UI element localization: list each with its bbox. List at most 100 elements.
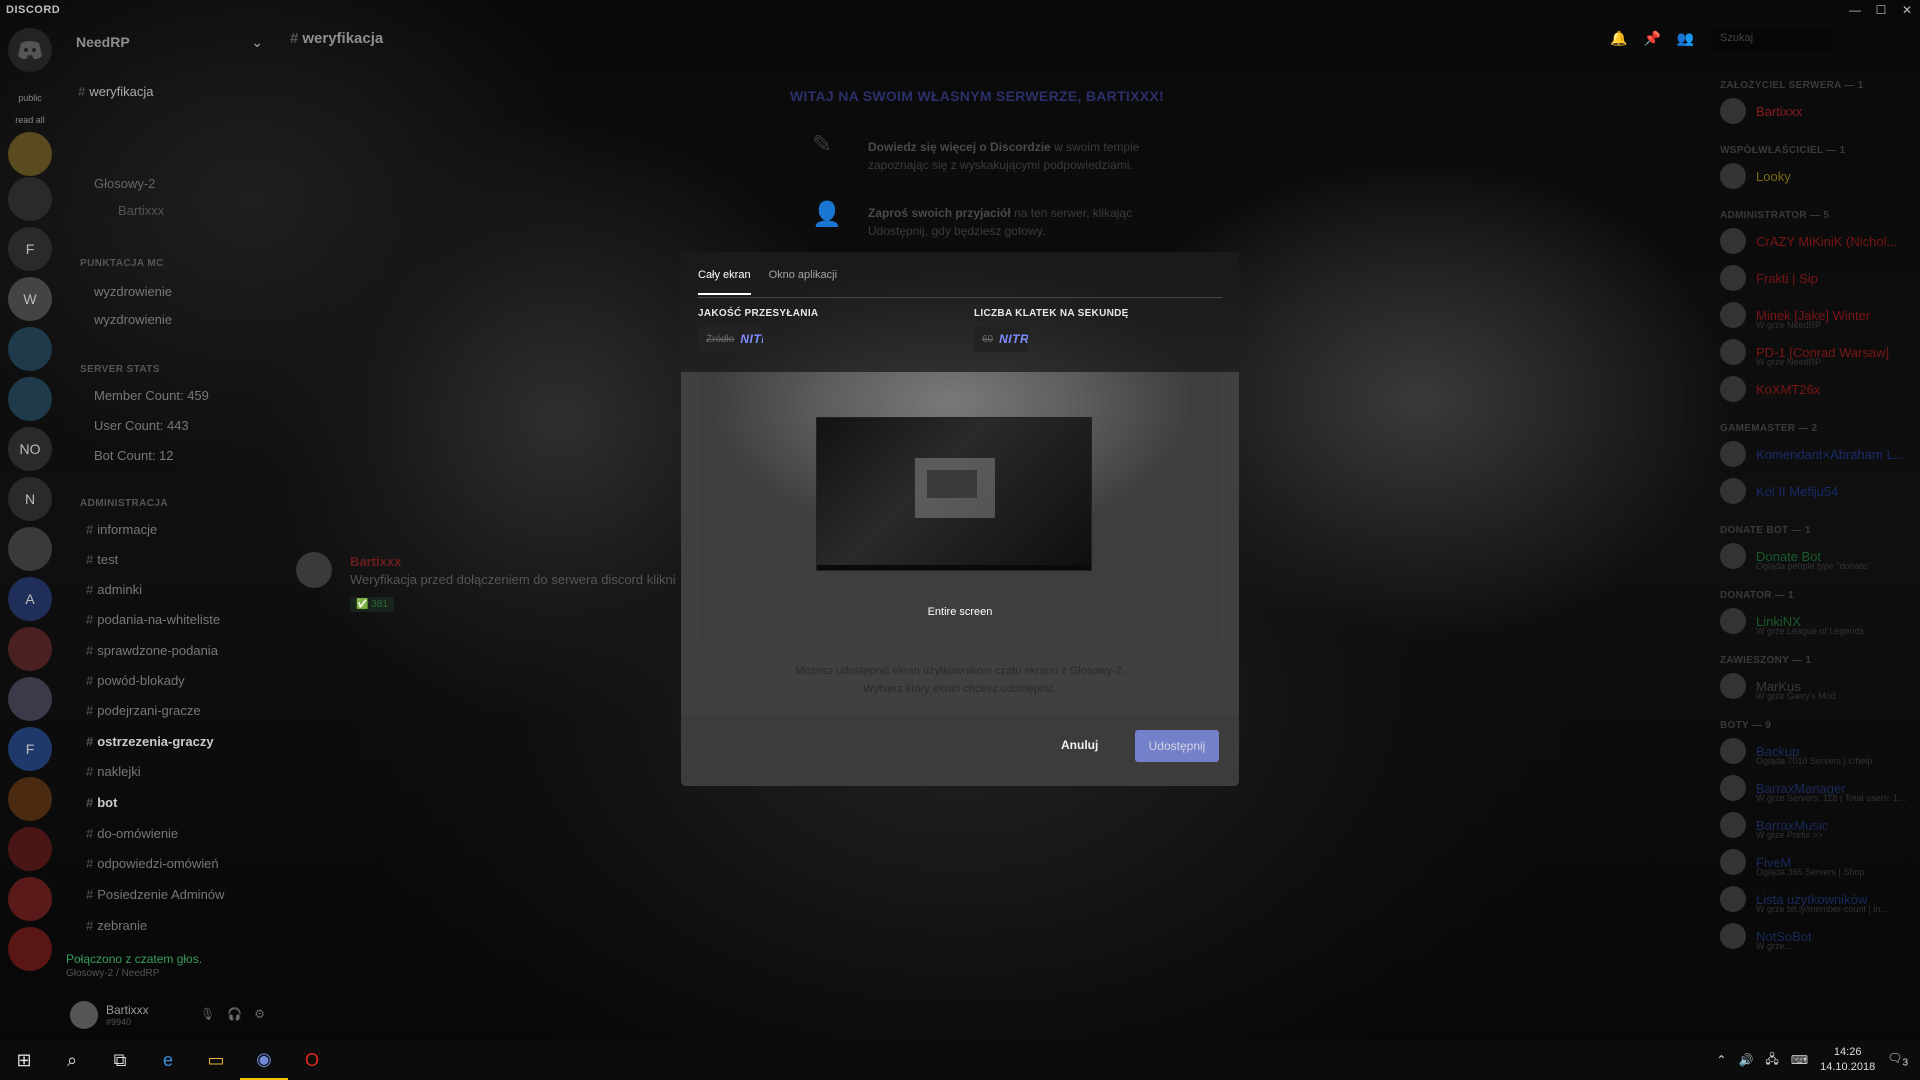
member-item[interactable]: Kol II Mefiju54 — [1720, 478, 1838, 504]
message-avatar[interactable] — [296, 552, 332, 588]
network-icon[interactable]: 🖧 — [1765, 1050, 1778, 1071]
member-item[interactable]: Minek [Jake] Winter W grze NeedRP — [1720, 302, 1870, 330]
share-button[interactable]: Udostępnij — [1135, 730, 1219, 762]
channel-item[interactable]: # sprawdzone-podania — [86, 643, 218, 658]
pin-icon[interactable]: 📌 — [1643, 30, 1660, 47]
server-item[interactable] — [8, 777, 52, 821]
channel-item[interactable]: # adminki — [86, 582, 142, 597]
cancel-button[interactable]: Anuluj — [1061, 738, 1098, 752]
server-item[interactable] — [8, 827, 52, 871]
member-item[interactable]: MarKus W grze Garry's Mod — [1720, 673, 1836, 701]
voice-user-item[interactable]: Bartixxx — [118, 203, 164, 218]
member-item[interactable]: Lista użytkowników W grze bit.ly/member-c… — [1720, 886, 1888, 914]
gear-icon[interactable]: ⚙ — [254, 1007, 265, 1021]
member-item[interactable]: BarraxManager W grze Servers: 118 | Total… — [1720, 775, 1906, 803]
member-item[interactable]: BarraxMusic W grze Prefix >> — [1720, 812, 1828, 840]
microphone-icon[interactable]: 🎙 — [200, 1007, 215, 1021]
member-item[interactable]: PD-1 [Conrad Warsaw] W grze NeedRP — [1720, 339, 1889, 367]
screen-thumbnail[interactable] — [816, 417, 1092, 571]
avatar[interactable] — [70, 1001, 98, 1029]
channel-item[interactable]: # podania-na-whiteliste — [86, 612, 220, 627]
discord-taskbar-icon[interactable]: ◉ — [240, 1040, 288, 1080]
file-explorer-icon[interactable]: ▭ — [192, 1040, 240, 1080]
channel-item[interactable]: # Posiedzenie Adminów — [86, 887, 224, 902]
bell-icon[interactable]: 🔔 — [1610, 30, 1627, 47]
channel-item[interactable]: Bot Count: 12 — [94, 448, 174, 463]
server-item[interactable] — [8, 927, 52, 971]
member-item[interactable]: Frakti | Sip — [1720, 265, 1818, 291]
channel-item[interactable]: Member Count: 459 — [94, 388, 209, 403]
member-item[interactable]: NotSoBot W grze... — [1720, 923, 1812, 951]
channel-item[interactable]: # naklejki — [86, 764, 141, 779]
server-item[interactable] — [8, 527, 52, 571]
channel-item[interactable]: # zebranie — [86, 918, 147, 933]
home-button[interactable] — [8, 28, 52, 72]
channel-item[interactable]: # ostrzezenia-graczy — [86, 734, 214, 749]
volume-icon[interactable]: 🔊 — [1738, 1053, 1753, 1067]
maximize-button[interactable]: ☐ — [1868, 0, 1894, 20]
member-item[interactable]: KoXMT26x — [1720, 376, 1820, 402]
keyboard-icon[interactable]: ⌨ — [1791, 1053, 1808, 1067]
members-icon[interactable]: 👥 — [1677, 30, 1694, 47]
server-item[interactable] — [8, 627, 52, 671]
server-item[interactable]: W — [8, 277, 52, 321]
channel-item[interactable]: # weryfikacja — [78, 84, 154, 99]
tab-application-window[interactable]: Okno aplikacji — [769, 269, 837, 295]
channel-item[interactable]: # odpowiedzi-omówień — [86, 856, 219, 871]
member-item[interactable]: Komendant×Abraham L... — [1720, 441, 1905, 467]
close-button[interactable]: ✕ — [1894, 0, 1920, 20]
member-item[interactable]: CrAZY MiKiniK (Nichol... — [1720, 228, 1897, 254]
clock[interactable]: 14:26 14.10.2018 — [1820, 1045, 1875, 1075]
task-view-icon[interactable]: ⧉ — [96, 1040, 144, 1080]
server-item[interactable]: N — [8, 477, 52, 521]
guild-header[interactable]: NeedRP ⌄ — [60, 22, 275, 62]
member-item[interactable]: FiveM Ogląda 365 Servers | Shop — [1720, 849, 1864, 877]
notifications-icon[interactable]: 🗨3 — [1887, 1051, 1908, 1068]
member-item[interactable]: Donate Bot Ogląda people type "donate" — [1720, 543, 1870, 571]
headphones-icon[interactable]: 🎧 — [227, 1007, 242, 1021]
server-item[interactable] — [8, 132, 52, 176]
windows-start-icon[interactable]: ⊞ — [0, 1040, 48, 1080]
voice-channel-item[interactable]: Głosowy-2 — [94, 176, 155, 191]
channel-item[interactable]: # powód-blokady — [86, 673, 185, 688]
opera-icon[interactable]: O — [288, 1040, 336, 1080]
server-item[interactable] — [8, 327, 52, 371]
server-item[interactable]: A — [8, 577, 52, 621]
channel-item[interactable]: wyzdrowienie — [94, 312, 172, 327]
search-icon[interactable]: ⌕ — [48, 1040, 96, 1080]
minimize-button[interactable]: — — [1842, 0, 1868, 20]
chevron-up-icon[interactable]: ⌃ — [1716, 1053, 1726, 1067]
server-item[interactable] — [8, 677, 52, 721]
voice-connected-channel[interactable]: Głosowy-2 / NeedRP — [66, 968, 159, 979]
message-author[interactable]: Bartixxx — [350, 554, 401, 569]
channel-item[interactable]: # podejrzani-gracze — [86, 703, 201, 718]
server-item[interactable]: F — [8, 727, 52, 771]
channel-item[interactable]: # test — [86, 552, 118, 567]
channel-item[interactable]: User Count: 443 — [94, 418, 189, 433]
fps-option-60-locked[interactable]: 60NITRO — [974, 326, 1029, 352]
quality-option-source-locked[interactable]: ŹródłoNITRO — [698, 326, 764, 352]
tab-entire-screen[interactable]: Cały ekran — [698, 269, 751, 295]
channel-item[interactable]: # do-omówienie — [86, 826, 178, 841]
search-input[interactable]: Szukaj — [1712, 28, 1832, 50]
member-activity: Ogląda people type "donate" — [1756, 561, 1871, 571]
category-header[interactable]: ADMINISTRACJA — [80, 498, 168, 509]
server-item[interactable] — [8, 177, 52, 221]
member-item[interactable]: Backup Ogląda 7010 Servers | c!help — [1720, 738, 1872, 766]
category-header[interactable]: SERVER STATS — [80, 364, 160, 375]
server-item[interactable]: NO — [8, 427, 52, 471]
server-item[interactable]: F — [8, 227, 52, 271]
channel-item[interactable]: wyzdrowienie — [94, 284, 172, 299]
channel-item[interactable]: # informacje — [86, 522, 157, 537]
member-activity: W grze Servers: 118 | Total users: 1... — [1756, 793, 1906, 803]
edge-icon[interactable]: e — [144, 1040, 192, 1080]
server-item[interactable] — [8, 377, 52, 421]
member-item[interactable]: Bartixxx — [1720, 98, 1802, 124]
member-item[interactable]: Looky — [1720, 163, 1791, 189]
message-reaction[interactable]: ✅ 381 — [350, 597, 394, 612]
member-item[interactable]: LinkiNX W grze League of Legends — [1720, 608, 1864, 636]
category-header[interactable]: PUNKTACJA MC — [80, 258, 164, 269]
server-item[interactable] — [8, 877, 52, 921]
welcome-tip-learn: Dowiedz się więcej o Discordzie w swoim … — [868, 140, 1140, 172]
channel-item[interactable]: # bot — [86, 795, 117, 810]
